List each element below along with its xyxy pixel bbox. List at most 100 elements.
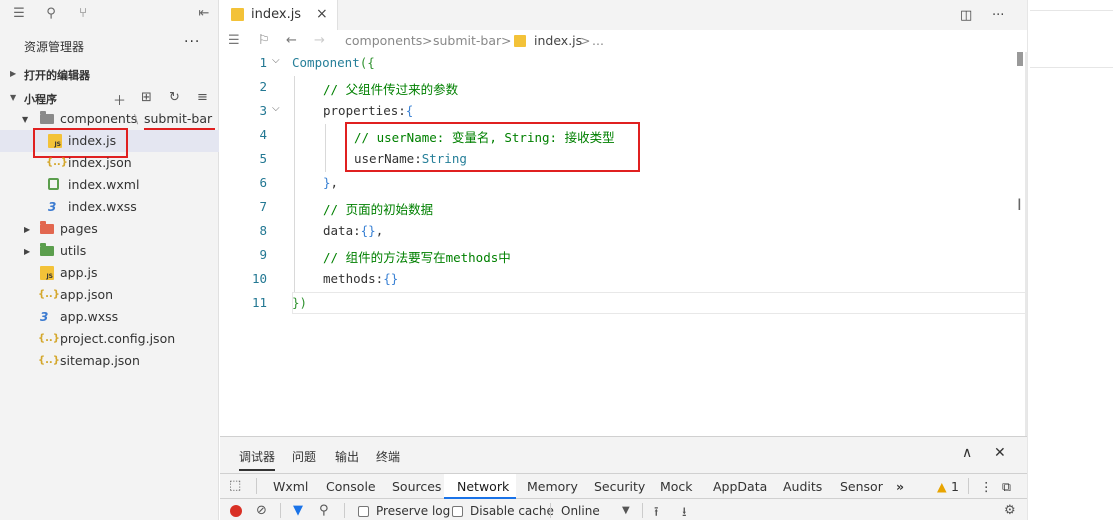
code-token: Component (292, 55, 360, 70)
tree-item-label: index.wxss (68, 199, 137, 214)
breadcrumb-item[interactable]: submit-bar (433, 33, 501, 48)
tab-memory[interactable]: Memory (527, 479, 578, 494)
clear-icon[interactable]: ⊘ (256, 503, 267, 518)
json-file-icon: {..} (38, 333, 60, 344)
tree-item-app-json[interactable]: {..} app.json (0, 284, 219, 306)
breadcrumb-separator: > (501, 33, 512, 48)
tree-item-label: app.js (60, 265, 98, 280)
line-number: 8 (259, 223, 267, 238)
refresh-icon[interactable]: ↻ (169, 90, 180, 106)
split-editor-icon[interactable]: ◫ (960, 8, 972, 23)
code-token: { (405, 103, 414, 118)
tree-item-utils[interactable]: ▶ utils (0, 240, 219, 262)
breadcrumb-item[interactable]: components (345, 33, 422, 48)
json-file-icon: {..} (38, 289, 60, 300)
simulator-panel (1027, 0, 1113, 520)
chevron-up-icon[interactable]: ∧ (962, 445, 972, 461)
code-token: properties: (323, 103, 406, 118)
tab-console[interactable]: Console (326, 479, 376, 494)
devtools-tabs: ⬚ Wxml Console Sources Network Memory Se… (220, 473, 1027, 499)
record-icon[interactable] (230, 505, 242, 517)
tree-item-index-wxml[interactable]: index.wxml (0, 174, 219, 196)
code-line-11: }) (292, 295, 307, 310)
dropdown-arrow-icon[interactable]: ▼ (622, 505, 630, 516)
divider (550, 503, 551, 518)
tab-terminal[interactable]: 终端 (376, 448, 400, 465)
open-editors-section[interactable]: ▶ 打开的编辑器 (0, 64, 219, 84)
tab-network[interactable]: Network (457, 479, 509, 494)
tab-index-js[interactable]: index.js × (220, 0, 338, 30)
inspect-element-icon[interactable]: ⬚ (229, 478, 241, 493)
tab-output[interactable]: 输出 (335, 448, 359, 465)
collapse-all-icon[interactable]: ≡ (197, 90, 208, 106)
text-cursor-icon: I (1017, 195, 1022, 214)
breadcrumb-separator: > (422, 33, 433, 48)
close-icon[interactable]: ✕ (994, 445, 1006, 461)
tab-label: index.js (251, 7, 302, 22)
vertical-scrollbar[interactable] (1017, 52, 1023, 66)
code-token: {} (383, 271, 399, 286)
tab-debugger[interactable]: 调试器 (239, 448, 276, 471)
throttle-select[interactable]: Online (561, 504, 600, 518)
tree-item-app-js[interactable]: JS app.js (0, 262, 219, 284)
more-actions-button[interactable]: ··· (992, 8, 1004, 23)
caret-right-icon: ▶ (10, 69, 17, 78)
warning-icon[interactable]: ▲ (937, 479, 947, 494)
bookmark-icon[interactable]: ⚐ (258, 33, 270, 48)
explorer-more-button[interactable]: ··· (184, 34, 200, 50)
upload-icon[interactable]: ⭱ (654, 503, 659, 520)
tree-item-app-wxss[interactable]: 3 app.wxss (0, 306, 219, 328)
tab-sources[interactable]: Sources (392, 479, 441, 494)
tree-item-label: app.json (60, 287, 114, 302)
code-token: , (375, 223, 384, 238)
tree-item-components[interactable]: ▼ components \ submit-bar (0, 108, 219, 130)
search-icon[interactable]: ⚲ (43, 6, 59, 22)
fold-chevron-icon[interactable]: ⌵ (272, 103, 280, 114)
preserve-log-checkbox[interactable] (358, 506, 369, 517)
tab-appdata[interactable]: AppData (713, 479, 767, 494)
fold-chevron-icon[interactable]: ⌵ (272, 55, 280, 66)
source-control-icon[interactable]: ⑂ (75, 6, 91, 22)
breadcrumb-item[interactable]: ... (592, 33, 604, 48)
tab-mock[interactable]: Mock (660, 479, 693, 494)
kebab-menu-icon[interactable]: ⋮ (980, 479, 993, 494)
line-number: 4 (259, 127, 267, 142)
new-file-icon[interactable]: ＋ (113, 90, 126, 109)
tree-item-index-wxss[interactable]: 3 index.wxss (0, 196, 219, 218)
collapse-sidebar-icon[interactable]: ⇤ (196, 6, 212, 22)
list-icon[interactable]: ☰ (11, 6, 27, 22)
forward-arrow-icon[interactable]: → (314, 33, 325, 48)
gear-icon[interactable]: ⚙ (1004, 503, 1016, 518)
project-section[interactable]: ▼ 小程序 (0, 88, 219, 108)
download-icon[interactable]: ⭳ (682, 503, 687, 520)
tree-item-project-config[interactable]: {..} project.config.json (0, 328, 219, 350)
code-comment: // 父组件传过来的参数 (323, 82, 459, 97)
tab-sensor[interactable]: Sensor (840, 479, 883, 494)
disable-cache-checkbox[interactable] (452, 506, 463, 517)
warning-count[interactable]: 1 (951, 479, 959, 494)
code-token: data: (323, 223, 361, 238)
undock-icon[interactable]: ⧉ (1002, 479, 1011, 495)
tab-audits[interactable]: Audits (783, 479, 822, 494)
code-line-8: data:{}, (323, 223, 383, 238)
tab-security[interactable]: Security (594, 479, 645, 494)
close-icon[interactable]: × (316, 6, 328, 22)
path-separator: \ (134, 111, 139, 126)
code-line-9: // 组件的方法要写在methods中 (323, 247, 511, 266)
tab-problems[interactable]: 问题 (292, 448, 316, 465)
code-editor[interactable]: 1 2 3 4 5 6 7 8 9 10 11 ⌵ ⌵ Component({ … (220, 52, 1027, 436)
tree-item-index-json[interactable]: {..} index.json (0, 152, 219, 174)
list-icon[interactable]: ☰ (228, 33, 240, 48)
line-number: 5 (259, 151, 267, 166)
breadcrumb-item[interactable]: index.js (534, 33, 582, 48)
back-arrow-icon[interactable]: ← (286, 33, 297, 48)
wxss-file-icon: 3 (48, 200, 57, 214)
new-folder-icon[interactable]: ⊞ (141, 90, 152, 106)
tab-wxml[interactable]: Wxml (273, 479, 308, 494)
tree-item-sitemap[interactable]: {..} sitemap.json (0, 350, 219, 372)
code-token: ({ (359, 55, 375, 70)
filter-icon[interactable]: ▼ (293, 503, 303, 518)
tree-item-pages[interactable]: ▶ pages (0, 218, 219, 240)
more-tabs-icon[interactable]: » (896, 479, 904, 494)
search-icon[interactable]: ⚲ (319, 503, 329, 518)
